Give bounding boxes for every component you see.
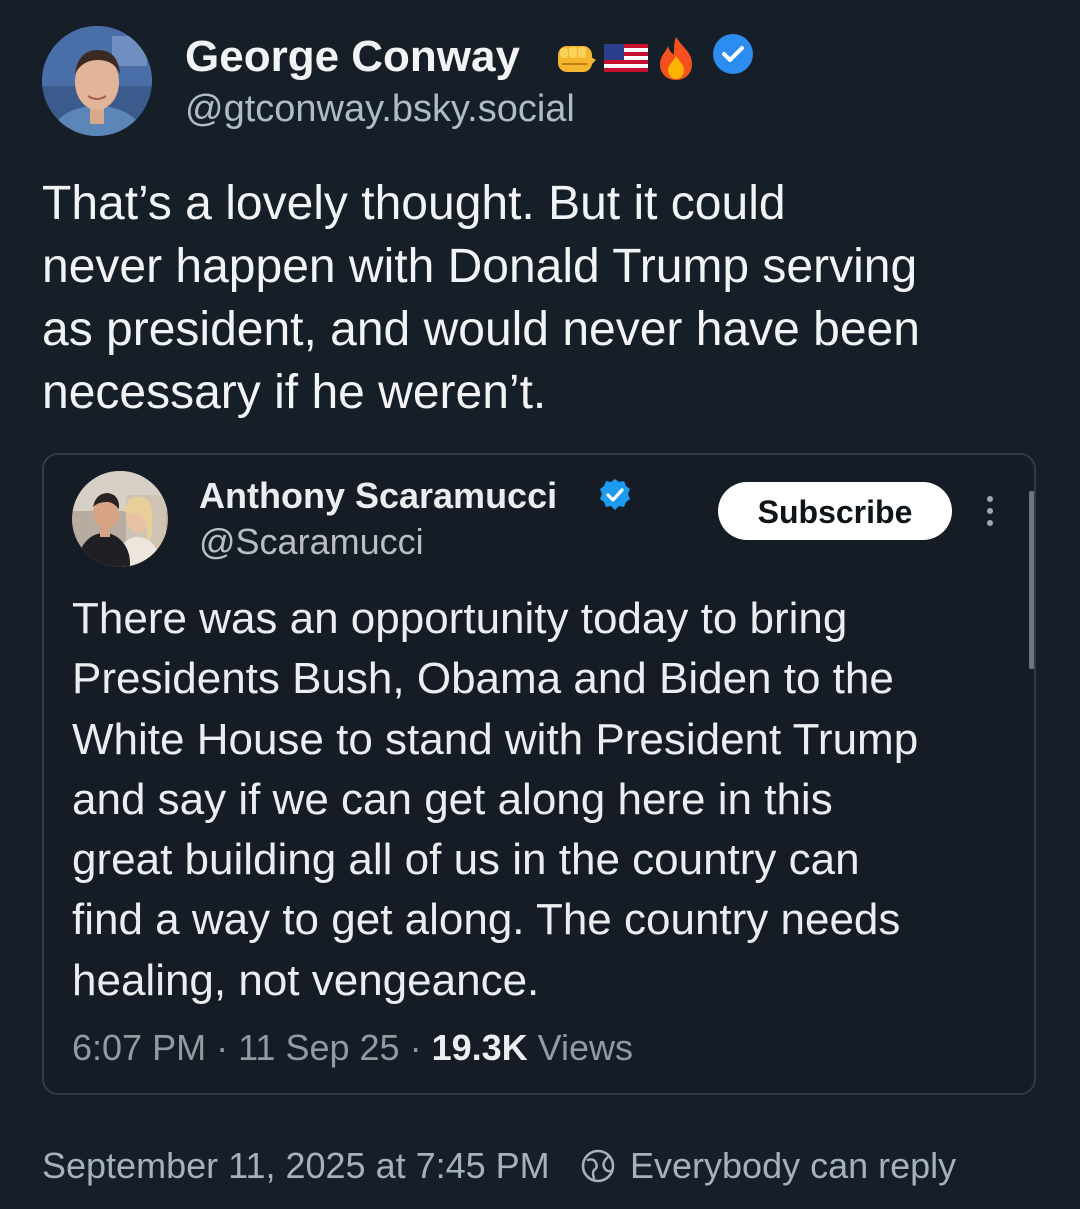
reply-restriction-icon <box>581 1149 615 1183</box>
author-name[interactable]: George Conway <box>185 32 520 82</box>
reply-setting: Everybody can reply <box>630 1145 957 1186</box>
quote-time: 6:07 PM <box>72 1027 207 1068</box>
scrollbar[interactable] <box>1029 491 1034 669</box>
more-options-icon[interactable] <box>982 491 998 531</box>
author-emojis <box>552 34 700 82</box>
us-flag-emoji <box>604 44 648 72</box>
quote-meta: 6:07 PM · 11 Sep 25 · 19.3K Views <box>72 1027 634 1068</box>
quote-author-name[interactable]: Anthony Scaramucci <box>199 475 557 517</box>
post-text: That’s a lovely thought. But it could ne… <box>42 177 920 419</box>
quoted-post-card[interactable]: Anthony Scaramucci @Scaramucci Subscribe… <box>42 453 1036 1095</box>
quote-views-label: Views <box>537 1027 634 1068</box>
post: George Conway @gtconway.bsky.social That… <box>0 0 1080 1209</box>
subscribe-button[interactable]: Subscribe <box>718 482 952 540</box>
verified-badge-icon <box>600 479 630 510</box>
fire-emoji <box>660 37 692 80</box>
author-handle[interactable]: @gtconway.bsky.social <box>185 88 575 131</box>
quote-views-count: 19.3K <box>431 1027 528 1068</box>
oncoming-fist-emoji <box>558 46 596 72</box>
quote-author-handle[interactable]: @Scaramucci <box>199 521 424 563</box>
quote-date: 11 Sep 25 <box>238 1027 400 1068</box>
post-timestamp[interactable]: September 11, 2025 at 7:45 PM <box>42 1145 550 1187</box>
quote-text: There was an opportunity today to bring … <box>72 594 919 1005</box>
verified-badge-icon <box>713 34 753 74</box>
author-avatar[interactable] <box>42 26 152 136</box>
quote-author-avatar[interactable] <box>72 471 168 567</box>
